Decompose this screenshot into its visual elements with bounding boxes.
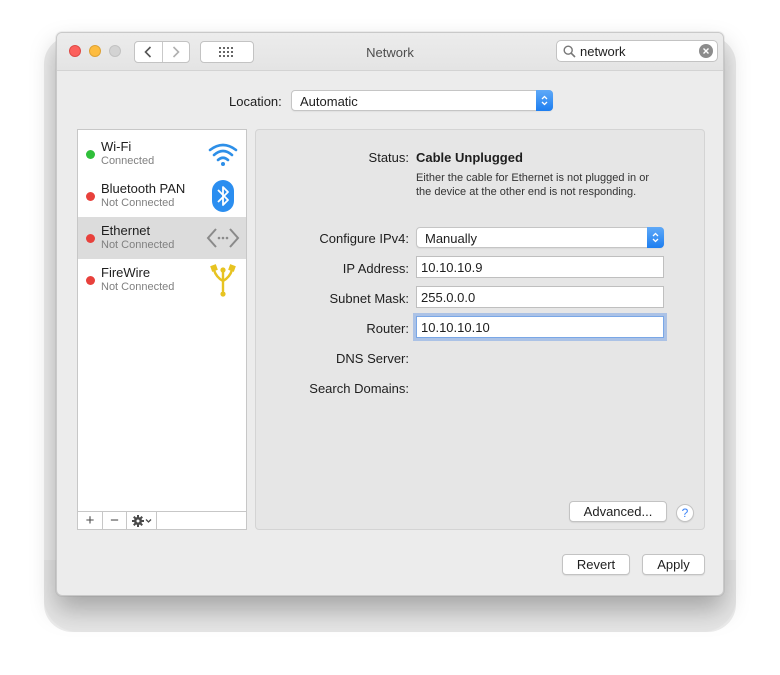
wifi-icon: [206, 139, 240, 169]
service-status: Not Connected: [101, 281, 175, 293]
service-list: Wi-Fi Connected Bluetooth PAN Not Connec…: [77, 129, 247, 530]
gear-icon: [131, 514, 151, 527]
location-popup[interactable]: Automatic: [291, 90, 553, 111]
apply-button[interactable]: Apply: [642, 554, 705, 575]
status-value: Cable Unplugged: [416, 150, 523, 165]
service-status: Not Connected: [101, 239, 175, 251]
search-field[interactable]: network: [556, 40, 718, 62]
router-label: Router:: [366, 321, 409, 336]
close-icon: [703, 48, 709, 54]
popup-arrows-icon: [536, 90, 553, 111]
ethernet-icon: [206, 223, 240, 253]
service-item-firewire[interactable]: FireWire Not Connected: [78, 259, 246, 301]
status-dot: [86, 234, 95, 243]
search-icon: [563, 45, 576, 58]
subnet-mask-input[interactable]: [417, 287, 663, 307]
router-input[interactable]: [417, 317, 663, 337]
popup-arrows-icon: [647, 227, 664, 248]
service-name: Bluetooth PAN: [101, 181, 186, 196]
revert-button[interactable]: Revert: [562, 554, 630, 575]
status-label: Status:: [368, 150, 409, 165]
remove-service-button[interactable]: −: [103, 512, 127, 529]
firewire-icon: [206, 264, 240, 297]
service-list-toolbar: + −: [77, 511, 247, 530]
status-description: Either the cable for Ethernet is not plu…: [416, 172, 649, 198]
clear-search-button[interactable]: [699, 44, 713, 58]
service-status: Not Connected: [101, 197, 175, 209]
title-bar: Network network: [57, 33, 723, 71]
ip-address-label: IP Address:: [342, 261, 409, 276]
subnet-mask-label: Subnet Mask:: [329, 291, 410, 306]
service-status: Connected: [101, 155, 155, 167]
service-item-wifi[interactable]: Wi-Fi Connected: [78, 133, 246, 175]
service-item-ethernet[interactable]: Ethernet Not Connected: [78, 217, 246, 259]
dns-server-label: DNS Server:: [336, 351, 409, 366]
advanced-button[interactable]: Advanced...: [569, 501, 667, 522]
add-service-button[interactable]: +: [78, 512, 103, 529]
configure-ipv4-label: Configure IPv4:: [319, 231, 409, 246]
search-domains-label: Search Domains:: [309, 381, 409, 396]
status-dot: [86, 276, 95, 285]
configure-ipv4-value: Manually: [425, 231, 478, 246]
service-name: Ethernet: [101, 223, 151, 238]
service-actions-button[interactable]: [127, 512, 157, 529]
location-value: Automatic: [300, 94, 358, 109]
network-preferences-window: Network network Location: Automatic Wi-F…: [56, 32, 724, 596]
ip-address-field[interactable]: [416, 256, 664, 278]
ip-address-input[interactable]: [417, 257, 663, 277]
configure-ipv4-popup[interactable]: Manually: [416, 227, 664, 248]
bluetooth-icon: [206, 180, 240, 212]
status-dot: [86, 192, 95, 201]
status-dot: [86, 150, 95, 159]
router-field[interactable]: [416, 316, 664, 338]
location-label: Location:: [229, 94, 282, 109]
service-item-bluetooth-pan[interactable]: Bluetooth PAN Not Connected: [78, 175, 246, 217]
search-query[interactable]: network: [580, 44, 626, 59]
subnet-mask-field[interactable]: [416, 286, 664, 308]
service-name: FireWire: [101, 265, 151, 280]
help-button[interactable]: ?: [676, 504, 694, 522]
service-name: Wi-Fi: [101, 139, 132, 154]
